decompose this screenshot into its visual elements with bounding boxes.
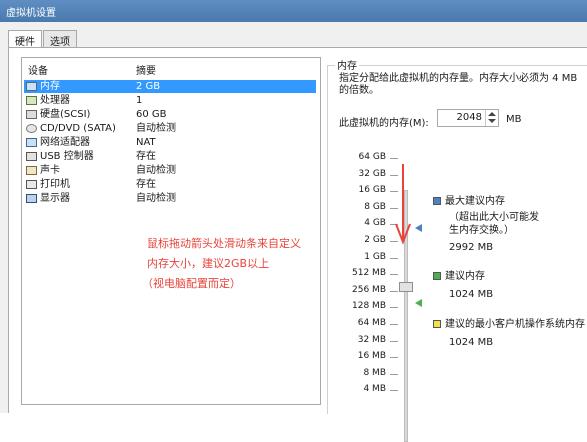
summary-column-header[interactable]: 摘要 bbox=[136, 62, 156, 77]
memory-slider-thumb[interactable] bbox=[399, 282, 413, 292]
memory-scale-label: 2 GB bbox=[364, 235, 386, 245]
usb-controller-icon bbox=[26, 152, 37, 161]
memory-scale-tick bbox=[390, 290, 398, 292]
max-recommended-legend-icon bbox=[433, 197, 441, 205]
memory-scale-label: 64 GB bbox=[358, 152, 386, 162]
memory-scale-label: 128 MB bbox=[352, 301, 386, 312]
display-icon bbox=[26, 194, 37, 203]
memory-scale-label: 32 GB bbox=[358, 168, 386, 179]
device-name: 硬盘(SCSI) bbox=[40, 109, 91, 120]
device-name: 网络适配器 bbox=[40, 137, 90, 148]
max-recommended-value: 2992 MB bbox=[449, 242, 494, 253]
sound-card-icon bbox=[26, 166, 37, 175]
memory-scale-label: 16 GB bbox=[358, 185, 386, 196]
device-name: 声卡 bbox=[40, 165, 60, 176]
memory-stepper-buttons[interactable] bbox=[485, 110, 498, 126]
device-summary: 存在 bbox=[136, 179, 156, 190]
tab-options[interactable]: 选项 bbox=[43, 30, 77, 48]
min-recommended-legend-icon bbox=[433, 320, 441, 328]
recommended-legend-icon bbox=[433, 272, 441, 280]
harddisk-icon bbox=[26, 110, 37, 119]
memory-scale-label: 64 MB bbox=[357, 318, 386, 328]
recommended-label: 建议内存 bbox=[445, 271, 485, 282]
device-summary: 自动检测 bbox=[136, 123, 176, 134]
device-summary: 自动检测 bbox=[136, 193, 176, 204]
device-row-display[interactable]: 显示器 自动检测 bbox=[24, 192, 316, 205]
memory-scale-label: 256 MB bbox=[352, 284, 386, 295]
device-summary: 存在 bbox=[136, 151, 156, 162]
tab-strip: 硬件 选项 bbox=[8, 30, 78, 49]
vm-settings-window: 虚拟机设置 硬件 选项 设备 摘要 内存 2 GB 处理器 1 硬盘(SCSI) bbox=[0, 0, 587, 442]
memory-field-label: 此虚拟机的内存(M): bbox=[339, 118, 429, 129]
recommended-value: 1024 MB bbox=[449, 289, 494, 300]
memory-scale-label: 16 MB bbox=[357, 351, 386, 362]
memory-scale-label: 32 MB bbox=[357, 334, 386, 345]
device-name: CD/DVD (SATA) bbox=[40, 123, 116, 134]
max-recommended-note: （超出此大小可能发生内存交换。） bbox=[449, 212, 539, 236]
device-row-memory[interactable]: 内存 2 GB bbox=[24, 80, 316, 93]
min-recommended-marker-icon bbox=[415, 224, 422, 232]
memory-scale-tick bbox=[390, 307, 398, 309]
network-adapter-icon bbox=[26, 138, 37, 147]
device-summary: 2 GB bbox=[136, 81, 161, 92]
memory-scale-tick bbox=[390, 257, 398, 259]
device-summary: 1 bbox=[136, 95, 143, 106]
device-name: 处理器 bbox=[40, 95, 70, 106]
device-row-usb-controller[interactable]: USB 控制器 存在 bbox=[24, 150, 316, 163]
min-recommended-label: 建议的最小客户机操作系统内存 bbox=[445, 319, 585, 330]
annotation-line-2: 内存大小，建议2GB以上 bbox=[147, 257, 270, 270]
memory-scale-label: 8 MB bbox=[363, 367, 386, 378]
memory-size-stepper[interactable]: 2048 bbox=[437, 109, 499, 127]
memory-scale-tick bbox=[390, 340, 398, 342]
processor-icon bbox=[26, 96, 37, 105]
device-summary: 自动检测 bbox=[136, 165, 176, 176]
memory-scale-tick bbox=[390, 390, 398, 392]
device-name: 内存 bbox=[40, 81, 60, 92]
device-row-sound-card[interactable]: 声卡 自动检测 bbox=[24, 164, 316, 177]
min-recommended-value: 1024 MB bbox=[449, 337, 494, 348]
memory-unit-label: MB bbox=[506, 114, 522, 125]
memory-scale-label: 4 GB bbox=[364, 218, 386, 229]
window-title: 虚拟机设置 bbox=[0, 0, 587, 22]
device-row-cd-dvd[interactable]: CD/DVD (SATA) 自动检测 bbox=[24, 122, 316, 135]
decrement-arrow-icon[interactable] bbox=[488, 119, 496, 123]
memory-scale-label: 512 MB bbox=[352, 268, 386, 279]
memory-scale-tick bbox=[390, 324, 398, 325]
device-name: 显示器 bbox=[40, 193, 70, 204]
hardware-panel: 设备 摘要 内存 2 GB 处理器 1 硬盘(SCSI) 60 GB CD/DV… bbox=[8, 47, 587, 442]
increment-arrow-icon[interactable] bbox=[488, 112, 496, 116]
device-row-processor[interactable]: 处理器 1 bbox=[24, 94, 316, 107]
memory-scale-label: 1 GB bbox=[364, 251, 386, 262]
recommended-marker-icon bbox=[415, 299, 422, 307]
memory-scale-label: 4 MB bbox=[363, 384, 386, 395]
cd-dvd-icon bbox=[26, 124, 37, 133]
device-summary: NAT bbox=[136, 137, 156, 148]
device-summary: 60 GB bbox=[136, 109, 167, 120]
printer-icon bbox=[26, 180, 37, 189]
annotation-arrow-icon bbox=[395, 164, 411, 245]
device-row-harddisk[interactable]: 硬盘(SCSI) 60 GB bbox=[24, 108, 316, 121]
max-recommended-label: 最大建议内存 bbox=[445, 196, 505, 207]
memory-scale-label: 8 GB bbox=[364, 201, 386, 212]
memory-scale-tick bbox=[390, 373, 398, 375]
device-list-header: 设备 摘要 bbox=[22, 62, 320, 77]
annotation-line-3: （视电脑配置而定） bbox=[142, 277, 241, 290]
memory-scale-tick bbox=[390, 158, 398, 159]
device-row-printer[interactable]: 打印机 存在 bbox=[24, 178, 316, 191]
memory-size-value[interactable]: 2048 bbox=[457, 112, 482, 123]
memory-scale-tick bbox=[390, 274, 398, 276]
device-name: USB 控制器 bbox=[40, 151, 94, 162]
annotation-line-1: 鼠标拖动箭头处滑动条来自定义 bbox=[147, 237, 301, 250]
device-row-network-adapter[interactable]: 网络适配器 NAT bbox=[24, 136, 316, 149]
device-name: 打印机 bbox=[40, 179, 70, 190]
memory-scale-tick bbox=[390, 357, 398, 359]
device-column-header[interactable]: 设备 bbox=[28, 62, 48, 77]
memory-icon bbox=[26, 82, 37, 91]
memory-group-title: 内存 bbox=[335, 57, 359, 72]
memory-description: 指定分配给此虚拟机的内存量。内存大小必须为 4 MB 的倍数。 bbox=[339, 73, 578, 96]
device-list[interactable]: 设备 摘要 内存 2 GB 处理器 1 硬盘(SCSI) 60 GB CD/DV… bbox=[21, 57, 321, 405]
